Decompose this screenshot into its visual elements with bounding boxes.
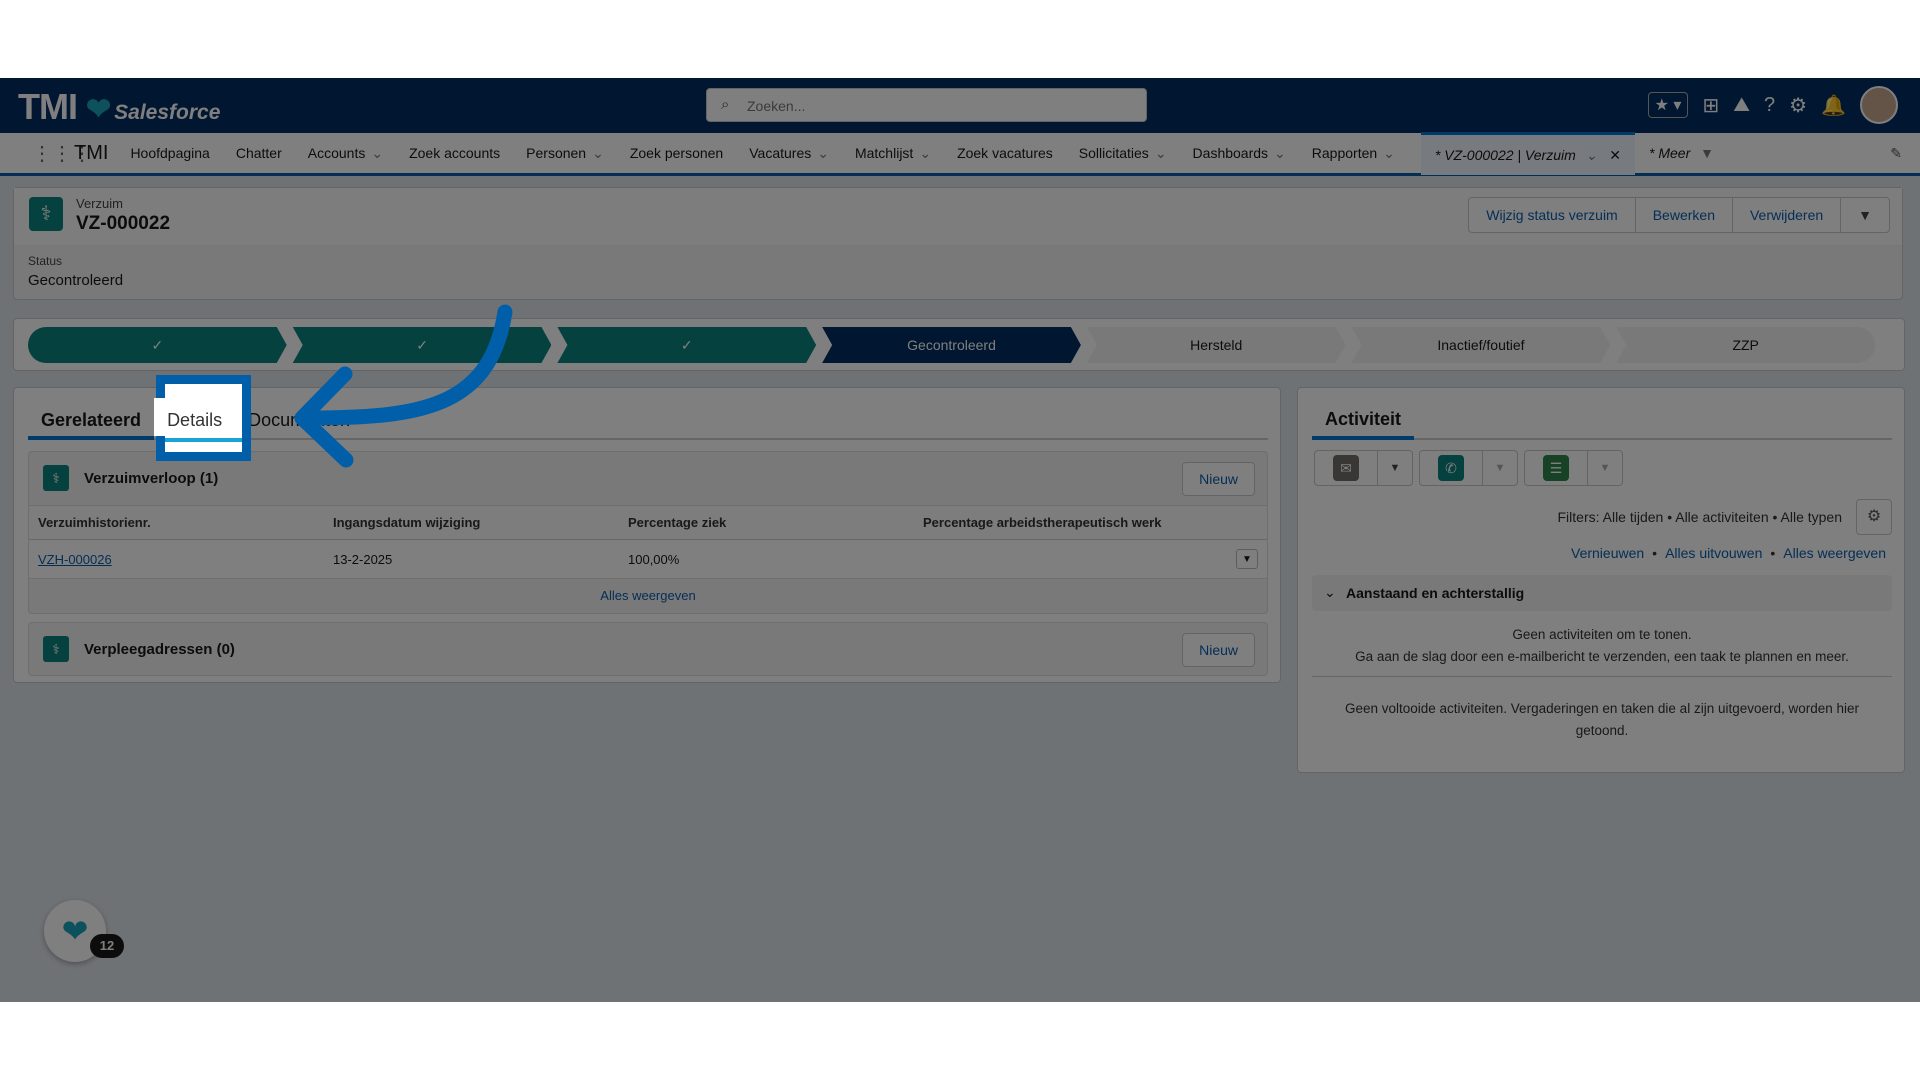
salesforce-app: TMI ❤Salesforce ⌕Zoeken... ★ ▾ ⊞ ⛰ ? ⚙ 🔔… xyxy=(0,78,1920,1002)
pointer-arrow-icon xyxy=(294,304,513,468)
